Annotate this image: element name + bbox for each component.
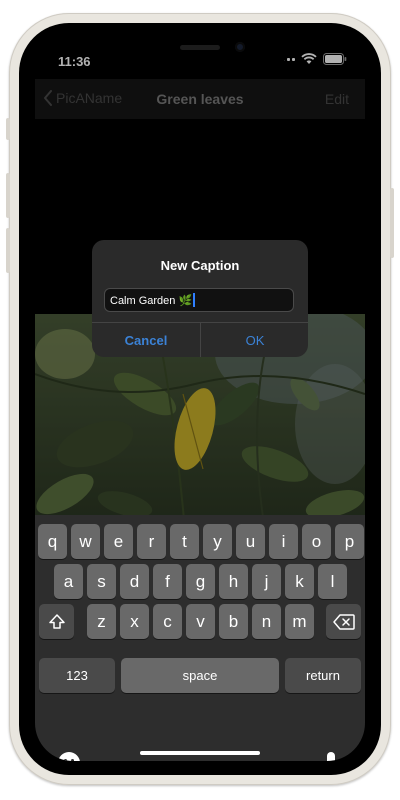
key-l[interactable]: l [318, 564, 347, 599]
key-w[interactable]: w [71, 524, 100, 559]
cancel-button[interactable]: Cancel [92, 323, 200, 357]
key-x[interactable]: x [120, 604, 149, 639]
volume-down-button [6, 228, 10, 273]
microphone-icon [327, 752, 335, 761]
alert-title: New Caption [160, 258, 240, 273]
delete-key[interactable] [326, 604, 361, 639]
new-caption-alert: New Caption Calm Garden 🌿 Cancel OK [92, 240, 308, 357]
speaker-grille [180, 45, 220, 50]
volume-up-button [6, 173, 10, 218]
text-cursor [193, 293, 195, 307]
screen: 11:36 PicAName Green leaves Edit New Cap… [35, 37, 365, 761]
silent-switch [6, 118, 10, 140]
key-t[interactable]: t [170, 524, 199, 559]
keyboard: qwertyuiop asdfghjkl zxcvbnm 123 space r… [35, 515, 365, 761]
key-r[interactable]: r [137, 524, 166, 559]
key-b[interactable]: b [219, 604, 248, 639]
key-h[interactable]: h [219, 564, 248, 599]
numbers-key[interactable]: 123 [39, 658, 115, 693]
key-n[interactable]: n [252, 604, 281, 639]
home-indicator [140, 751, 260, 755]
emoji-button[interactable] [55, 749, 83, 761]
key-p[interactable]: p [335, 524, 364, 559]
power-button [390, 188, 394, 258]
key-v[interactable]: v [186, 604, 215, 639]
key-g[interactable]: g [186, 564, 215, 599]
notch [110, 37, 290, 67]
key-i[interactable]: i [269, 524, 298, 559]
delete-icon [332, 613, 355, 630]
dictation-button[interactable] [317, 749, 345, 761]
key-a[interactable]: a [54, 564, 83, 599]
key-q[interactable]: q [38, 524, 67, 559]
key-c[interactable]: c [153, 604, 182, 639]
caption-field-value: Calm Garden 🌿 [110, 294, 193, 307]
key-f[interactable]: f [153, 564, 182, 599]
key-u[interactable]: u [236, 524, 265, 559]
return-key[interactable]: return [285, 658, 361, 693]
space-key[interactable]: space [121, 658, 279, 693]
caption-text-field[interactable]: Calm Garden 🌿 [104, 288, 294, 312]
key-m[interactable]: m [285, 604, 314, 639]
ok-button[interactable]: OK [201, 323, 308, 357]
front-camera [235, 42, 245, 52]
key-j[interactable]: j [252, 564, 281, 599]
key-k[interactable]: k [285, 564, 314, 599]
shift-icon [48, 613, 65, 629]
key-z[interactable]: z [87, 604, 116, 639]
key-e[interactable]: e [104, 524, 133, 559]
key-o[interactable]: o [302, 524, 331, 559]
key-y[interactable]: y [203, 524, 232, 559]
key-s[interactable]: s [87, 564, 116, 599]
shift-key[interactable] [39, 604, 74, 639]
key-d[interactable]: d [120, 564, 149, 599]
emoji-icon [58, 752, 80, 761]
